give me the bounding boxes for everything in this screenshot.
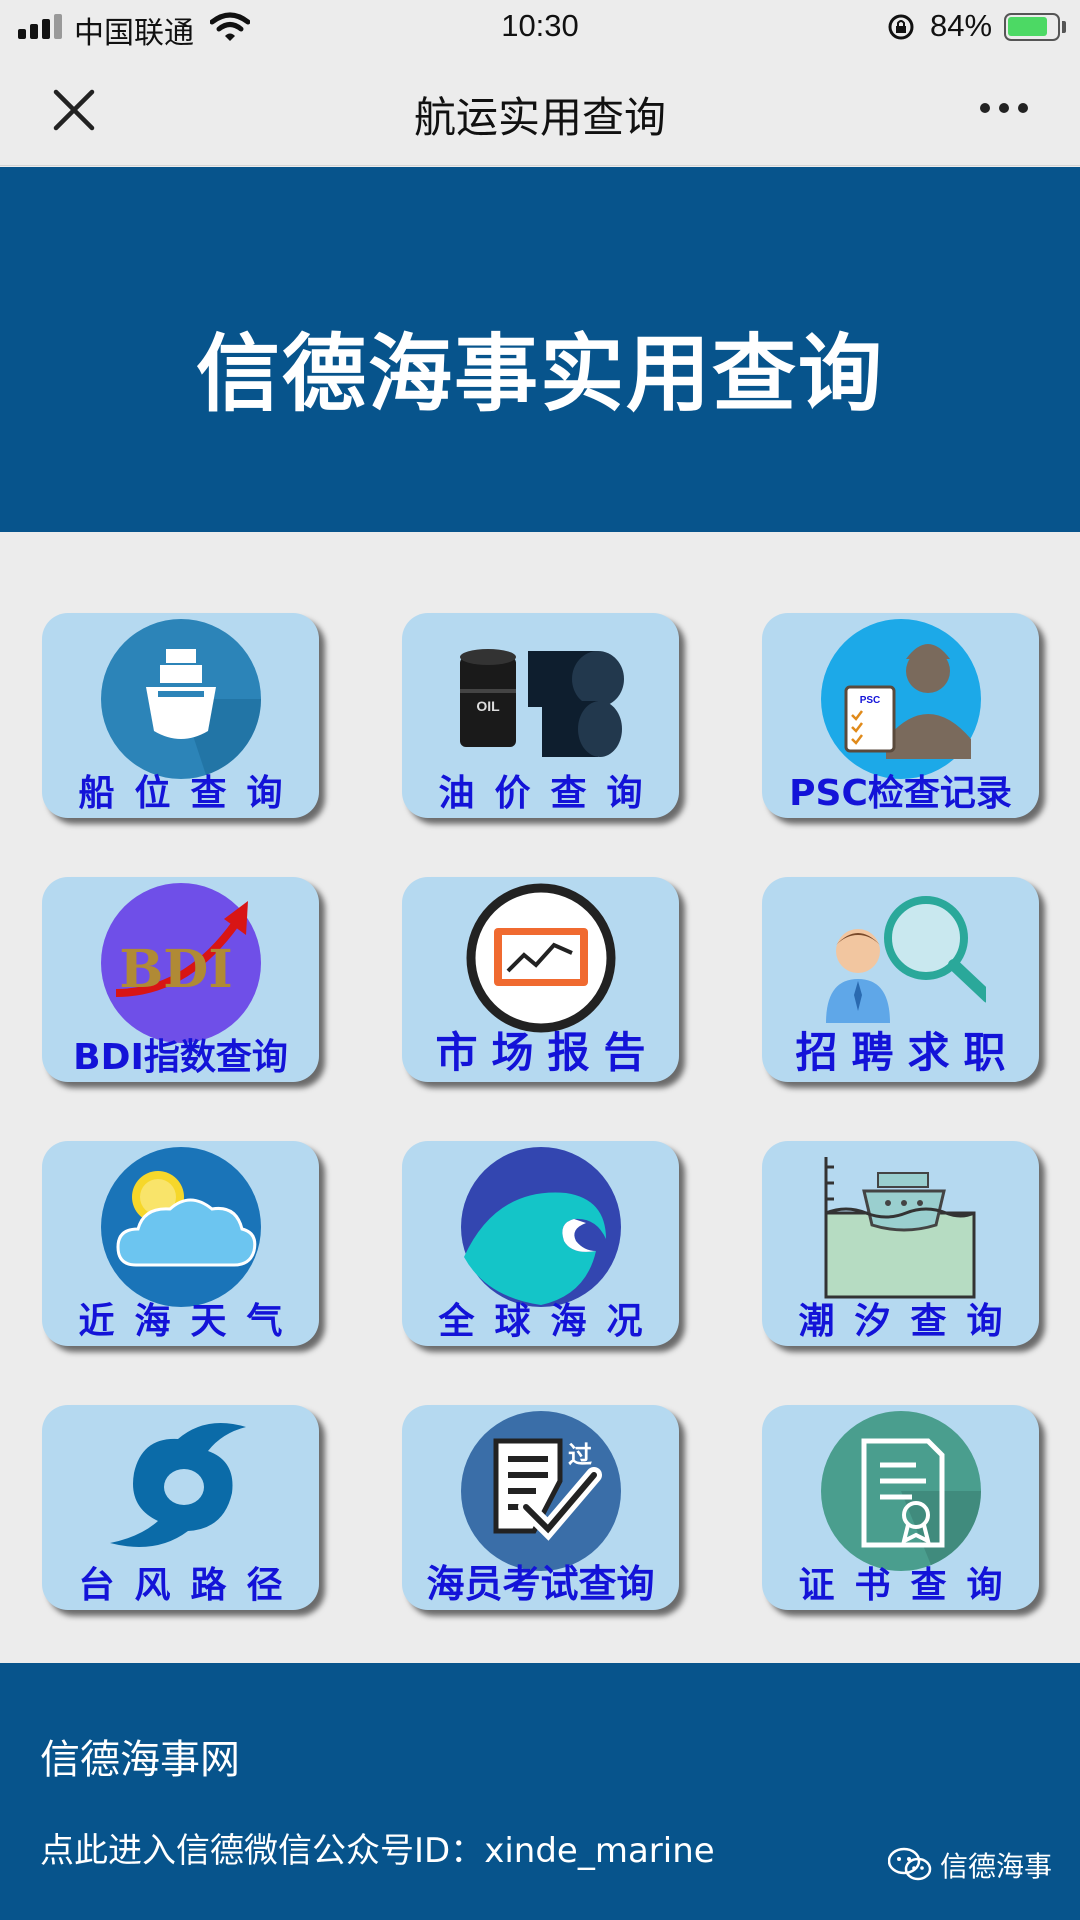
tile-label: BDI指数查询 <box>73 1037 288 1078</box>
tile-global-sea-state[interactable]: 全球海况 <box>402 1141 679 1346</box>
tile-label: 油价查询 <box>438 773 663 814</box>
header-banner: 信德海事实用查询 <box>0 167 1080 532</box>
tile-label: 全球海况 <box>438 1301 663 1342</box>
battery-percent: 84% <box>930 8 993 43</box>
wave-icon <box>460 1147 621 1307</box>
tile-typhoon-track[interactable]: 台风路径 <box>42 1405 319 1610</box>
tile-label: PSC检查记录 <box>789 773 1012 814</box>
rotation-lock-icon <box>888 14 914 40</box>
typhoon-icon <box>109 1423 246 1547</box>
wechat-brand-name: 信德海事 <box>940 1850 1053 1883</box>
tide-icon <box>824 1157 975 1299</box>
more-options-icon[interactable] <box>980 103 1028 113</box>
tile-label: 近海天气 <box>78 1301 303 1342</box>
svg-text:BDI: BDI <box>119 939 232 1000</box>
wechat-icon <box>888 1847 932 1881</box>
tile-market-report[interactable]: 市场报告 <box>402 877 679 1082</box>
svg-text:过: 过 <box>568 1441 592 1469</box>
battery-cap <box>1062 21 1066 33</box>
clock: 10:30 <box>501 8 579 43</box>
nav-title: 航运实用查询 <box>413 93 666 142</box>
weather-icon <box>100 1147 261 1307</box>
tile-label: 证书查询 <box>798 1565 1023 1606</box>
svg-text:OIL: OIL <box>476 698 500 714</box>
exam-icon: 过 <box>460 1411 621 1571</box>
tile-oil-price[interactable]: OIL 油价查询 <box>402 613 679 818</box>
certificate-icon <box>820 1411 981 1571</box>
tile-bdi-index[interactable]: BDI BDI指数查询 <box>42 877 319 1082</box>
tile-label: 台风路径 <box>78 1565 303 1606</box>
tile-certificate[interactable]: 证书查询 <box>762 1405 1039 1610</box>
wechat-account-link[interactable]: 点此进入信德微信公众号ID：xinde_marine <box>40 1823 715 1872</box>
battery-level <box>1008 17 1047 36</box>
tile-seafarer-exam[interactable]: 过 海员考试查询 <box>402 1405 679 1610</box>
svg-text:PSC: PSC <box>859 695 880 706</box>
tile-coastal-weather[interactable]: 近海天气 <box>42 1141 319 1346</box>
ship-icon <box>100 619 261 779</box>
bdi-icon: BDI <box>100 883 261 1043</box>
wechat-brand: 信德海事 <box>888 1845 1052 1885</box>
footer: 信德海事网 点此进入信德微信公众号ID：xinde_marine 信德海事 <box>0 1663 1080 1920</box>
tile-tide[interactable]: 潮汐查询 <box>762 1141 1039 1346</box>
footer-title[interactable]: 信德海事网 <box>40 1727 240 1785</box>
oil-barrel-icon: OIL <box>459 649 624 757</box>
battery-icon <box>1004 13 1060 41</box>
tile-recruitment[interactable]: 招聘求职 <box>762 877 1039 1082</box>
tile-label: 船位查询 <box>78 773 303 814</box>
nav-bar: 航运实用查询 <box>0 56 1080 166</box>
psc-inspector-icon: PSC <box>820 619 981 779</box>
status-bar: 中国联通 10:30 84% <box>0 0 1080 56</box>
tile-ship-position[interactable]: 船位查询 <box>42 613 319 818</box>
tile-label: 潮汐查询 <box>798 1301 1023 1342</box>
banner-title: 信德海事实用查询 <box>195 325 884 423</box>
tile-psc-records[interactable]: PSC PSC检查记录 <box>762 613 1039 818</box>
tile-label: 海员考试查询 <box>426 1562 655 1606</box>
tile-label: 市场报告 <box>435 1028 660 1077</box>
tile-label: 招聘求职 <box>795 1028 1020 1077</box>
